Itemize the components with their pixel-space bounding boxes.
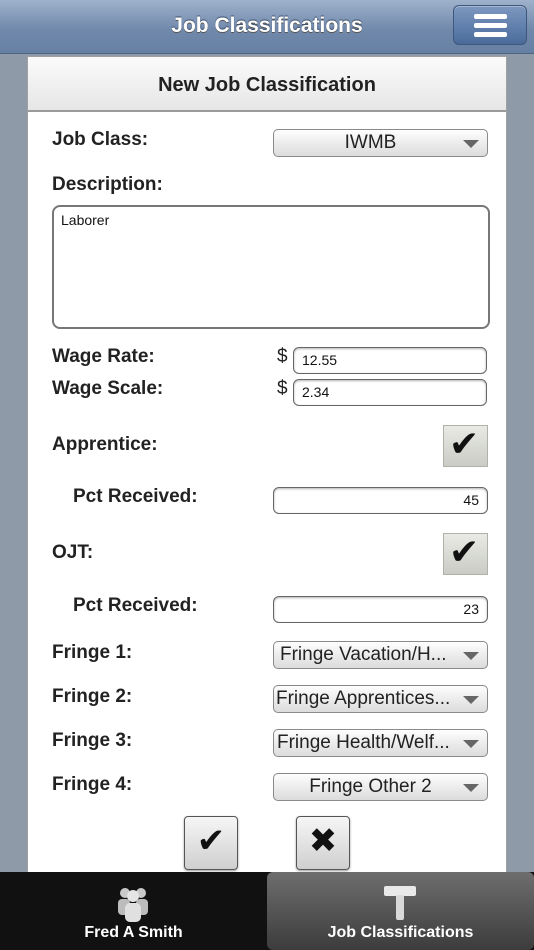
- wage-rate-label: Wage Rate:: [52, 346, 155, 367]
- fringe-2-select[interactable]: Fringe Apprentices...: [273, 685, 488, 713]
- tab-label-job-classifications: Job Classifications: [327, 924, 474, 941]
- job-class-label: Job Class:: [52, 129, 149, 150]
- job-classification-form: New Job Classification Job Class: IWMB D…: [27, 56, 507, 876]
- form-header: New Job Classification: [28, 57, 506, 112]
- fringe-3-value: Fringe Health/Welf...: [277, 732, 450, 753]
- job-class-select[interactable]: IWMB: [273, 129, 488, 157]
- fringe-1-label: Fringe 1:: [52, 642, 133, 663]
- tab-job-classifications[interactable]: Job Classifications: [267, 872, 534, 950]
- description-textarea[interactable]: Laborer: [52, 205, 490, 329]
- chevron-down-icon: [463, 784, 479, 792]
- fringe-4-select[interactable]: Fringe Other 2: [273, 773, 488, 801]
- apprentice-pct-label: Pct Received:: [73, 486, 198, 507]
- fringe-3-select[interactable]: Fringe Health/Welf...: [273, 729, 488, 757]
- chevron-down-icon: [463, 740, 479, 748]
- wage-rate-input[interactable]: 12.55: [293, 347, 487, 374]
- chevron-down-icon: [463, 696, 479, 704]
- close-icon: ✖: [308, 821, 338, 861]
- apprentice-pct-input[interactable]: 45: [273, 487, 488, 514]
- fringe-1-select[interactable]: Fringe Vacation/H...: [273, 641, 488, 669]
- ojt-label: OJT:: [52, 542, 94, 563]
- hammer-icon: [384, 886, 416, 920]
- checkmark-icon: ✔: [196, 821, 226, 861]
- checkmark-icon: ✔: [449, 424, 480, 465]
- fringe-2-value: Fringe Apprentices...: [276, 688, 451, 709]
- bottom-tab-bar: Fred A Smith Job Classifications: [0, 872, 534, 950]
- chevron-down-icon: [463, 140, 479, 148]
- fringe-1-value: Fringe Vacation/H...: [280, 644, 447, 665]
- tab-label-user: Fred A Smith: [84, 924, 183, 941]
- wage-scale-input[interactable]: 2.34: [293, 379, 487, 406]
- form-title: New Job Classification: [158, 74, 376, 96]
- apprentice-checkbox[interactable]: ✔: [443, 424, 488, 467]
- checkmark-icon: ✔: [449, 532, 480, 573]
- tab-fred-a-smith[interactable]: Fred A Smith: [0, 872, 267, 950]
- ojt-pct-input[interactable]: 23: [273, 596, 488, 623]
- chevron-down-icon: [463, 652, 479, 660]
- wage-scale-label: Wage Scale:: [52, 378, 164, 399]
- fringe-4-label: Fringe 4:: [52, 774, 133, 795]
- fringe-4-value: Fringe Other 2: [309, 776, 432, 797]
- top-navigation-bar: Job Classifications: [0, 0, 534, 54]
- fringe-3-label: Fringe 3:: [52, 730, 133, 751]
- wage-rate-currency: $: [277, 346, 288, 367]
- fringe-2-label: Fringe 2:: [52, 686, 133, 707]
- people-icon: [118, 888, 148, 922]
- menu-button[interactable]: [453, 5, 527, 45]
- description-label: Description:: [52, 174, 163, 195]
- save-button[interactable]: ✔: [184, 816, 238, 870]
- ojt-checkbox[interactable]: ✔: [443, 532, 488, 575]
- job-class-value: IWMB: [344, 132, 397, 153]
- wage-scale-currency: $: [277, 378, 288, 399]
- apprentice-label: Apprentice:: [52, 434, 158, 455]
- ojt-pct-label: Pct Received:: [73, 595, 198, 616]
- cancel-button[interactable]: ✖: [296, 816, 350, 870]
